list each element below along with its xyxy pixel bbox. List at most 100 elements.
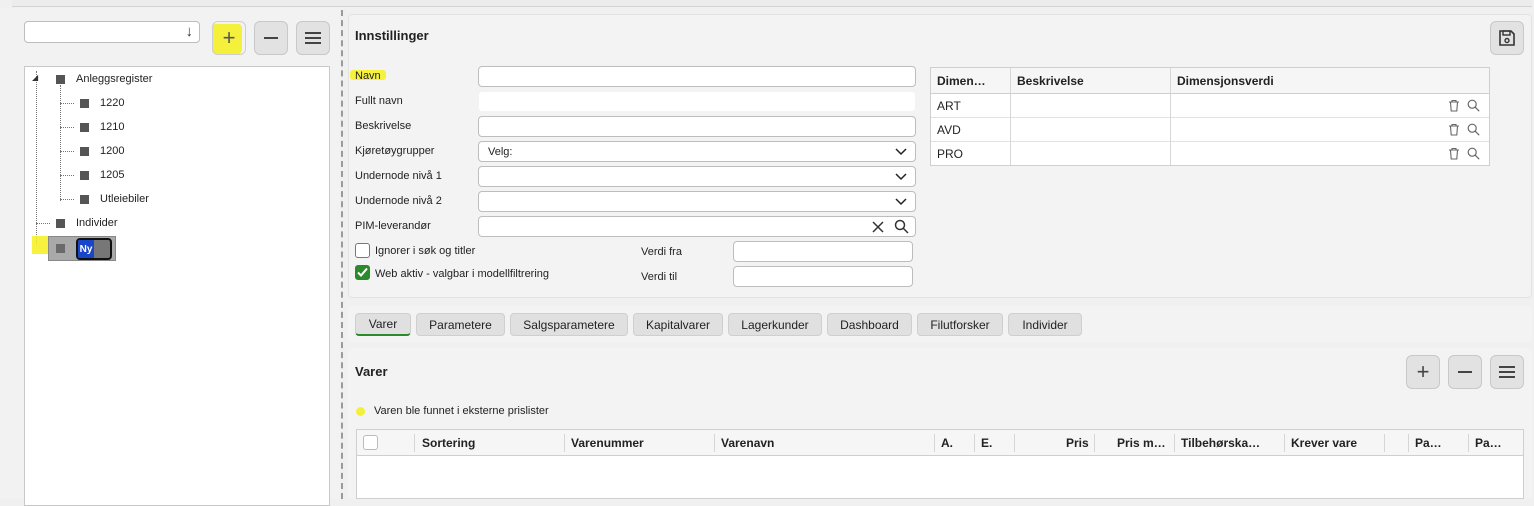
tree-node[interactable]: Anleggsregister: [56, 71, 152, 87]
new-tree-node[interactable]: Ny: [48, 236, 116, 261]
column-divider: [1284, 434, 1285, 452]
tree-line: [60, 175, 74, 176]
navn-label: Navn: [355, 70, 381, 82]
trash-icon[interactable]: [1448, 147, 1460, 160]
trash-icon[interactable]: [1448, 123, 1460, 136]
column-header[interactable]: Varenavn: [721, 436, 774, 450]
column-header[interactable]: A.: [941, 436, 953, 450]
dimension-cell: PRO: [937, 147, 964, 161]
web-aktiv-checkbox[interactable]: [355, 265, 370, 280]
column-header[interactable]: E.: [981, 436, 992, 450]
plus-icon: +: [1416, 359, 1430, 384]
pim-input[interactable]: [478, 216, 916, 237]
navn-input[interactable]: [478, 66, 916, 87]
tab-kapitalvarer[interactable]: Kapitalvarer: [633, 313, 723, 336]
tab-salgsparametere[interactable]: Salgsparametere: [510, 313, 628, 336]
collapse-triangle-icon[interactable]: ◢: [32, 73, 38, 82]
beskrivelse-input[interactable]: [478, 116, 916, 137]
search-icon[interactable]: [1467, 147, 1480, 160]
column-divider: [934, 434, 935, 452]
tab-individer[interactable]: Individer: [1008, 313, 1082, 336]
dimension-cell: ART: [937, 99, 961, 113]
tab-varer[interactable]: Varer: [355, 313, 411, 336]
verdi-fra-label: Verdi fra: [641, 246, 682, 258]
dimension-table: Dimen… Beskrivelse Dimensjonsverdi ART A…: [930, 67, 1490, 166]
tab-parametere[interactable]: Parametere: [416, 313, 505, 336]
table-row[interactable]: [931, 118, 1489, 142]
remove-vare-button[interactable]: [1448, 355, 1482, 389]
varer-menu-button[interactable]: [1490, 355, 1524, 389]
fullt-navn-input[interactable]: [478, 91, 916, 112]
web-aktiv-label: Web aktiv - valgbar i modellfiltrering: [375, 268, 550, 280]
add-node-button[interactable]: +: [212, 21, 246, 55]
save-button[interactable]: [1490, 21, 1524, 55]
verdi-til-input[interactable]: [733, 266, 913, 287]
checkmark-icon: [357, 267, 368, 277]
fullt-navn-label: Fullt navn: [355, 95, 403, 107]
undernode1-select[interactable]: [478, 166, 916, 187]
tab-filutforsker[interactable]: Filutforsker: [917, 313, 1003, 336]
trash-icon[interactable]: [1448, 99, 1460, 112]
tree-filter-select[interactable]: ↓: [24, 21, 200, 43]
column-divider: [1384, 434, 1385, 452]
column-header[interactable]: Tilbehørska…: [1181, 436, 1260, 450]
ignorer-checkbox[interactable]: [355, 243, 370, 258]
column-divider: [974, 434, 975, 452]
tree-node[interactable]: 1220: [80, 95, 124, 111]
varer-grid: Sortering Varenummer Varenavn A. E. Pris…: [356, 429, 1524, 499]
node-square-icon: [80, 170, 89, 180]
column-divider: [1408, 434, 1409, 452]
clear-x-icon[interactable]: [871, 220, 885, 234]
node-square-icon: [80, 122, 89, 132]
settings-title: Innstillinger: [355, 28, 429, 43]
tree-line: [36, 71, 37, 245]
tab-dashboard[interactable]: Dashboard: [827, 313, 912, 336]
add-vare-button[interactable]: +: [1406, 355, 1440, 389]
verdi-fra-input[interactable]: [733, 241, 913, 262]
column-divider: [1014, 434, 1015, 452]
tree-node[interactable]: 1210: [80, 119, 124, 135]
tree-line: [60, 151, 74, 152]
tree-node[interactable]: 1205: [80, 167, 124, 183]
chevron-down-icon: [895, 173, 907, 181]
legend-text: Varen ble funnet i eksterne prislister: [374, 405, 549, 417]
column-header[interactable]: Dimen…: [937, 74, 986, 88]
verdi-til-label: Verdi til: [641, 271, 678, 283]
tree-line: [60, 127, 74, 128]
dimension-cell: AVD: [937, 123, 961, 137]
tree-node[interactable]: Individer: [56, 215, 118, 231]
column-header[interactable]: Varenummer: [571, 436, 644, 450]
arrow-down-icon: ↓: [185, 23, 194, 40]
column-header[interactable]: Pris: [1066, 436, 1089, 450]
node-square-icon: [56, 244, 65, 253]
column-header[interactable]: Pris m…: [1117, 436, 1166, 450]
new-node-text: Ny: [78, 240, 94, 258]
minus-icon: [264, 37, 278, 39]
pane-splitter[interactable]: [341, 10, 343, 499]
tree-node[interactable]: Utleiebiler: [80, 191, 149, 207]
column-header[interactable]: Krever vare: [1291, 436, 1357, 450]
tab-lagerkunder[interactable]: Lagerkunder: [728, 313, 822, 336]
column-divider: [1468, 434, 1469, 452]
hamburger-icon: [305, 32, 321, 44]
column-header[interactable]: Dimensjonsverdi: [1177, 74, 1274, 88]
kjoretoygrupper-select[interactable]: Velg:: [478, 141, 916, 162]
search-icon[interactable]: [1467, 99, 1480, 112]
new-node-name-input[interactable]: Ny: [76, 238, 112, 260]
search-icon[interactable]: [1467, 123, 1480, 136]
search-icon[interactable]: [894, 219, 909, 234]
remove-node-button[interactable]: [254, 21, 288, 55]
undernode2-select[interactable]: [478, 191, 916, 212]
column-header[interactable]: Pa…: [1415, 436, 1442, 450]
select-all-checkbox[interactable]: [363, 435, 378, 450]
column-divider: [414, 434, 415, 452]
top-strip: [12, 0, 1532, 7]
table-row[interactable]: [931, 94, 1489, 118]
table-row[interactable]: [931, 142, 1489, 166]
tree-node[interactable]: 1200: [80, 143, 124, 159]
column-header[interactable]: Beskrivelse: [1017, 74, 1084, 88]
tree-menu-button[interactable]: [296, 21, 330, 55]
column-header[interactable]: Pa…: [1475, 436, 1502, 450]
column-header[interactable]: Sortering: [422, 436, 475, 450]
column-divider: [1174, 434, 1175, 452]
